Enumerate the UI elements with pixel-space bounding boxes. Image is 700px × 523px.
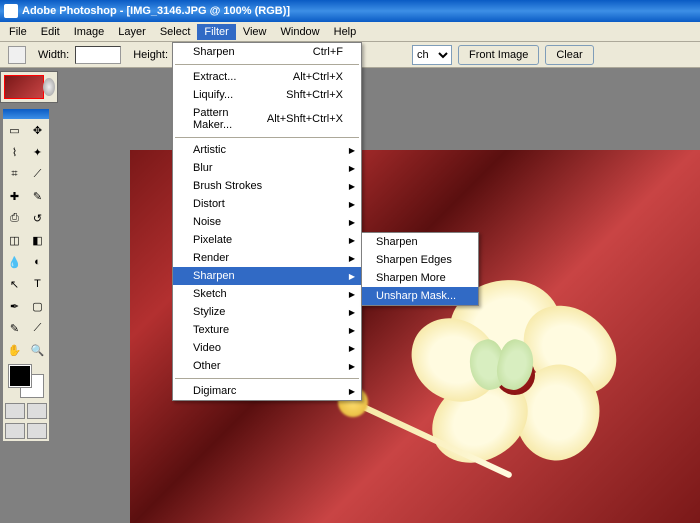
tool-marquee[interactable]: ▭	[3, 119, 26, 141]
filter-digimarc[interactable]: Digimarc	[173, 382, 361, 400]
sharpen-item-sharpen-edges[interactable]: Sharpen Edges	[362, 251, 478, 269]
tool-eyedrop[interactable]: ⟋	[26, 317, 49, 339]
screen-mode-2[interactable]	[27, 423, 47, 439]
filter-group-distort[interactable]: Distort	[173, 195, 361, 213]
tool-path[interactable]: ↖	[3, 273, 26, 295]
filter-pattern[interactable]: Pattern Maker...Alt+Shft+Ctrl+X	[173, 104, 361, 134]
filter-extract[interactable]: Extract...Alt+Ctrl+X	[173, 68, 361, 86]
tool-shape[interactable]: ▢	[26, 295, 49, 317]
menu-window[interactable]: Window	[274, 24, 327, 40]
quickmask-mode-button[interactable]	[27, 403, 47, 419]
navigator-thumb[interactable]	[0, 71, 58, 103]
sharpen-item-sharpen[interactable]: Sharpen	[362, 233, 478, 251]
tool-history[interactable]: ↺	[26, 207, 49, 229]
tool-lasso[interactable]: ⌇	[3, 141, 26, 163]
sharpen-item-sharpen-more[interactable]: Sharpen More	[362, 269, 478, 287]
menu-help[interactable]: Help	[327, 24, 364, 40]
sharpen-submenu: SharpenSharpen EdgesSharpen MoreUnsharp …	[361, 232, 479, 306]
screenmode-buttons	[3, 421, 49, 441]
filter-group-sketch[interactable]: Sketch	[173, 285, 361, 303]
height-label: Height:	[133, 49, 168, 61]
filter-last[interactable]: SharpenCtrl+F	[173, 43, 361, 61]
filter-liquify[interactable]: Liquify...Shft+Ctrl+X	[173, 86, 361, 104]
tool-wand[interactable]: ✦	[26, 141, 49, 163]
menu-separator	[175, 64, 359, 65]
quickmask-buttons	[3, 401, 49, 421]
current-tool-icon[interactable]	[8, 46, 26, 64]
filter-group-render[interactable]: Render	[173, 249, 361, 267]
tool-hand[interactable]: ✋	[3, 339, 26, 361]
filter-menu-dropdown: SharpenCtrl+F Extract...Alt+Ctrl+XLiquify…	[172, 42, 362, 401]
window-title: Adobe Photoshop - [IMG_3146.JPG @ 100% (…	[22, 5, 290, 17]
filter-group-sharpen[interactable]: Sharpen	[173, 267, 361, 285]
tool-brush[interactable]: ✎	[26, 185, 49, 207]
tool-zoom[interactable]: 🔍	[26, 339, 49, 361]
standard-mode-button[interactable]	[5, 403, 25, 419]
tool-crop[interactable]: ⌗	[3, 163, 26, 185]
title-bar: Adobe Photoshop - [IMG_3146.JPG @ 100% (…	[0, 0, 700, 22]
menu-edit[interactable]: Edit	[34, 24, 67, 40]
clear-button[interactable]: Clear	[545, 45, 593, 65]
tool-stamp[interactable]: ⎙	[3, 207, 26, 229]
menu-bar: FileEditImageLayerSelectFilterViewWindow…	[0, 22, 700, 42]
menu-view[interactable]: View	[236, 24, 274, 40]
width-input[interactable]	[75, 46, 121, 64]
filter-group-noise[interactable]: Noise	[173, 213, 361, 231]
menu-separator	[175, 378, 359, 379]
filter-group-stylize[interactable]: Stylize	[173, 303, 361, 321]
tool-heal[interactable]: ✚	[3, 185, 26, 207]
toolbox-titlebar[interactable]	[3, 109, 49, 119]
menu-layer[interactable]: Layer	[111, 24, 153, 40]
filter-group-video[interactable]: Video	[173, 339, 361, 357]
tool-gradient[interactable]: ◧	[26, 229, 49, 251]
filter-group-pixelate[interactable]: Pixelate	[173, 231, 361, 249]
app-icon	[4, 4, 18, 18]
screen-mode-1[interactable]	[5, 423, 25, 439]
foreground-color-swatch[interactable]	[9, 365, 31, 387]
nav-knob-icon	[43, 78, 55, 96]
menu-separator	[175, 137, 359, 138]
filter-group-other[interactable]: Other	[173, 357, 361, 375]
color-swatches[interactable]	[3, 361, 49, 401]
filter-group-texture[interactable]: Texture	[173, 321, 361, 339]
toolbox-panel: ▭✥⌇✦⌗⟋✚✎⎙↺◫◧💧◐↖T✒▢✎⟋✋🔍	[2, 108, 50, 442]
tool-slice[interactable]: ⟋	[26, 163, 49, 185]
options-select[interactable]: ch	[412, 45, 452, 65]
tool-dodge[interactable]: ◐	[26, 251, 49, 273]
front-image-button[interactable]: Front Image	[458, 45, 539, 65]
width-label: Width:	[38, 49, 69, 61]
sharpen-item-unsharp-mask[interactable]: Unsharp Mask...	[362, 287, 478, 305]
tool-pen[interactable]: ✒	[3, 295, 26, 317]
filter-group-blur[interactable]: Blur	[173, 159, 361, 177]
filter-group-artistic[interactable]: Artistic	[173, 141, 361, 159]
nav-preview	[4, 75, 44, 99]
menu-filter[interactable]: Filter	[197, 24, 235, 40]
tool-blur[interactable]: 💧	[3, 251, 26, 273]
tool-type[interactable]: T	[26, 273, 49, 295]
tool-notes[interactable]: ✎	[3, 317, 26, 339]
tool-eraser[interactable]: ◫	[3, 229, 26, 251]
menu-select[interactable]: Select	[153, 24, 198, 40]
menu-file[interactable]: File	[2, 24, 34, 40]
menu-image[interactable]: Image	[67, 24, 112, 40]
filter-group-brush-strokes[interactable]: Brush Strokes	[173, 177, 361, 195]
tool-move[interactable]: ✥	[26, 119, 49, 141]
